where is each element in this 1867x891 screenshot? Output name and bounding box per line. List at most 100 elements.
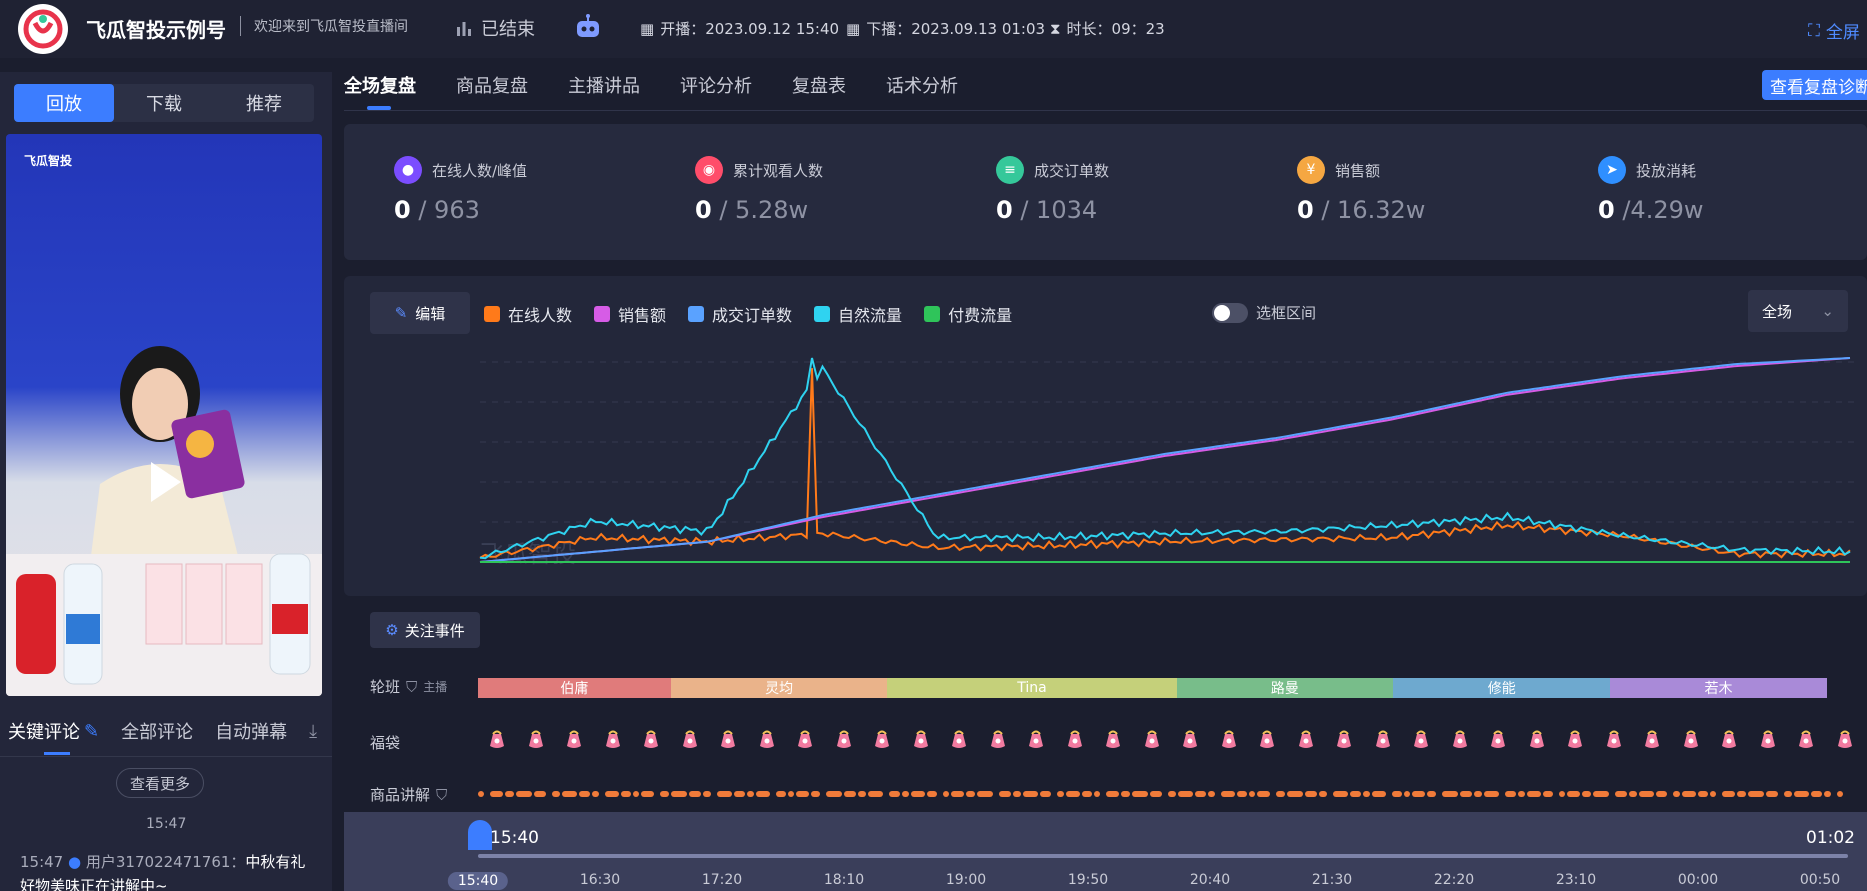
- tab-full-review[interactable]: 全场复盘: [344, 72, 416, 98]
- lucky-bag-icon[interactable]: [1605, 728, 1623, 750]
- product-pitch-segment[interactable]: [1168, 791, 1176, 797]
- product-pitch-segment[interactable]: [943, 791, 949, 797]
- product-pitch-segment[interactable]: [1543, 791, 1553, 797]
- lucky-bag-icon[interactable]: [488, 728, 506, 750]
- product-pitch-segment[interactable]: [1427, 791, 1436, 797]
- product-pitch-segment[interactable]: [478, 791, 484, 797]
- product-pitch-segment[interactable]: [579, 791, 590, 797]
- legend-natural[interactable]: 自然流量: [814, 302, 902, 326]
- product-pitch-segment[interactable]: [1023, 791, 1038, 797]
- product-pitch-segment[interactable]: [1257, 791, 1270, 797]
- product-pitch-segment[interactable]: [776, 791, 786, 797]
- product-pitch-segment[interactable]: [1082, 791, 1092, 797]
- product-pitch-segment[interactable]: [505, 791, 514, 797]
- lucky-bag-icon[interactable]: [1643, 728, 1661, 750]
- lucky-bag-icon[interactable]: [1220, 728, 1238, 750]
- product-pitch-segment[interactable]: [1615, 791, 1627, 797]
- product-pitch-segment[interactable]: [1748, 791, 1764, 797]
- play-icon[interactable]: [151, 462, 181, 502]
- product-pitch-segment[interactable]: [1656, 791, 1667, 797]
- legend-online[interactable]: 在线人数: [484, 302, 572, 326]
- product-pitch-segment[interactable]: [1639, 791, 1654, 797]
- product-pitch-segment[interactable]: [660, 791, 669, 797]
- product-pitch-segment[interactable]: [1442, 791, 1458, 797]
- product-pitch-segment[interactable]: [1132, 791, 1148, 797]
- lucky-bag-icon[interactable]: [835, 728, 853, 750]
- filter-icon[interactable]: ⛉: [436, 786, 447, 804]
- focus-events-button[interactable]: ⚙ 关注事件: [370, 612, 480, 648]
- product-pitch-segment[interactable]: [1593, 791, 1609, 797]
- tab-all-comments[interactable]: 全部评论: [121, 718, 193, 744]
- shift-segment[interactable]: 若木: [1610, 678, 1827, 698]
- product-pitch-segment[interactable]: [1505, 791, 1516, 797]
- product-pitch-segment[interactable]: [1150, 791, 1162, 797]
- product-pitch-segment[interactable]: [1673, 791, 1680, 797]
- shift-segment[interactable]: 灵均: [670, 678, 888, 698]
- video-player[interactable]: 飞瓜智投: [6, 134, 322, 696]
- product-pitch-segment[interactable]: [1629, 791, 1637, 797]
- tab-host-pitch[interactable]: 主播讲品: [568, 72, 640, 98]
- product-pitch-segment[interactable]: [1195, 791, 1206, 797]
- series-line[interactable]: [479, 357, 1851, 563]
- lucky-bag-icon[interactable]: [1066, 728, 1084, 750]
- tab-auto-barrage[interactable]: 自动弹幕: [215, 718, 287, 744]
- product-pitch-segment[interactable]: [1319, 791, 1327, 797]
- product-pitch-segment[interactable]: [889, 791, 900, 797]
- lucky-bag-icon[interactable]: [1258, 728, 1276, 750]
- product-pitch-segment[interactable]: [796, 791, 809, 797]
- lucky-bag-icon[interactable]: [565, 728, 583, 750]
- lucky-bag-icon[interactable]: [989, 728, 1007, 750]
- lucky-bag-icon[interactable]: [873, 728, 891, 750]
- lucky-bag-icon[interactable]: [796, 728, 814, 750]
- lucky-bag-icon[interactable]: [1297, 728, 1315, 750]
- product-pitch-segment[interactable]: [1333, 791, 1348, 797]
- shift-segment[interactable]: Tina: [887, 678, 1177, 698]
- product-pitch-segment[interactable]: [1249, 791, 1255, 797]
- product-pitch-segment[interactable]: [1276, 791, 1285, 797]
- lucky-bag-icon[interactable]: [1451, 728, 1469, 750]
- product-pitch-segment[interactable]: [703, 791, 711, 797]
- product-pitch-segment[interactable]: [1518, 791, 1525, 797]
- product-pitch-segment[interactable]: [1305, 791, 1317, 797]
- product-pitch-segment[interactable]: [1404, 791, 1410, 797]
- lucky-bag-icon[interactable]: [1374, 728, 1392, 750]
- product-pitch-segment[interactable]: [858, 791, 866, 797]
- product-pitch-segment[interactable]: [1066, 791, 1080, 797]
- product-pitch-segment[interactable]: [1372, 791, 1386, 797]
- lucky-bag-icon[interactable]: [758, 728, 776, 750]
- product-pitch-segment[interactable]: [977, 791, 993, 797]
- trend-chart[interactable]: 飞瓜智投: [470, 350, 1860, 585]
- product-pitch-segment[interactable]: [999, 791, 1011, 797]
- product-pitch-segment[interactable]: [927, 791, 937, 797]
- product-pitch-segment[interactable]: [788, 791, 794, 797]
- timeline-track[interactable]: [478, 854, 1848, 858]
- product-pitch-segment[interactable]: [592, 791, 599, 797]
- product-pitch-segment[interactable]: [1237, 791, 1247, 797]
- product-pitch-segment[interactable]: [1582, 791, 1591, 797]
- product-pitch-segment[interactable]: [562, 791, 577, 797]
- product-pitch-segment[interactable]: [826, 791, 842, 797]
- product-pitch-segment[interactable]: [1094, 791, 1100, 797]
- product-pitch-segment[interactable]: [1527, 791, 1541, 797]
- range-select-toggle[interactable]: 选框区间: [1212, 302, 1316, 323]
- shift-segment[interactable]: 路曼: [1176, 678, 1394, 698]
- product-pitch-segment[interactable]: [868, 791, 883, 797]
- product-pitch-segment[interactable]: [621, 791, 631, 797]
- product-pitch-segment[interactable]: [534, 791, 546, 797]
- product-pitch-segment[interactable]: [1722, 791, 1735, 797]
- product-pitch-segment[interactable]: [1474, 791, 1482, 797]
- product-pitch-segment[interactable]: [902, 791, 909, 797]
- timeline-handle[interactable]: [468, 820, 492, 850]
- download-icon[interactable]: ⤓: [309, 721, 317, 742]
- edit-button[interactable]: ✎ 编辑: [370, 292, 470, 334]
- legend-sales[interactable]: 销售额: [594, 302, 666, 326]
- product-pitch-segment[interactable]: [671, 791, 687, 797]
- product-pitch-segment[interactable]: [1824, 791, 1831, 797]
- tab-review-table[interactable]: 复盘表: [792, 72, 846, 98]
- product-pitch-segment[interactable]: [1567, 791, 1580, 797]
- product-pitch-segment[interactable]: [951, 791, 964, 797]
- product-pitch-segment[interactable]: [747, 791, 754, 797]
- lucky-bag-icon[interactable]: [527, 728, 545, 750]
- lucky-bag-icon[interactable]: [1027, 728, 1045, 750]
- legend-paid[interactable]: 付费流量: [924, 302, 1012, 326]
